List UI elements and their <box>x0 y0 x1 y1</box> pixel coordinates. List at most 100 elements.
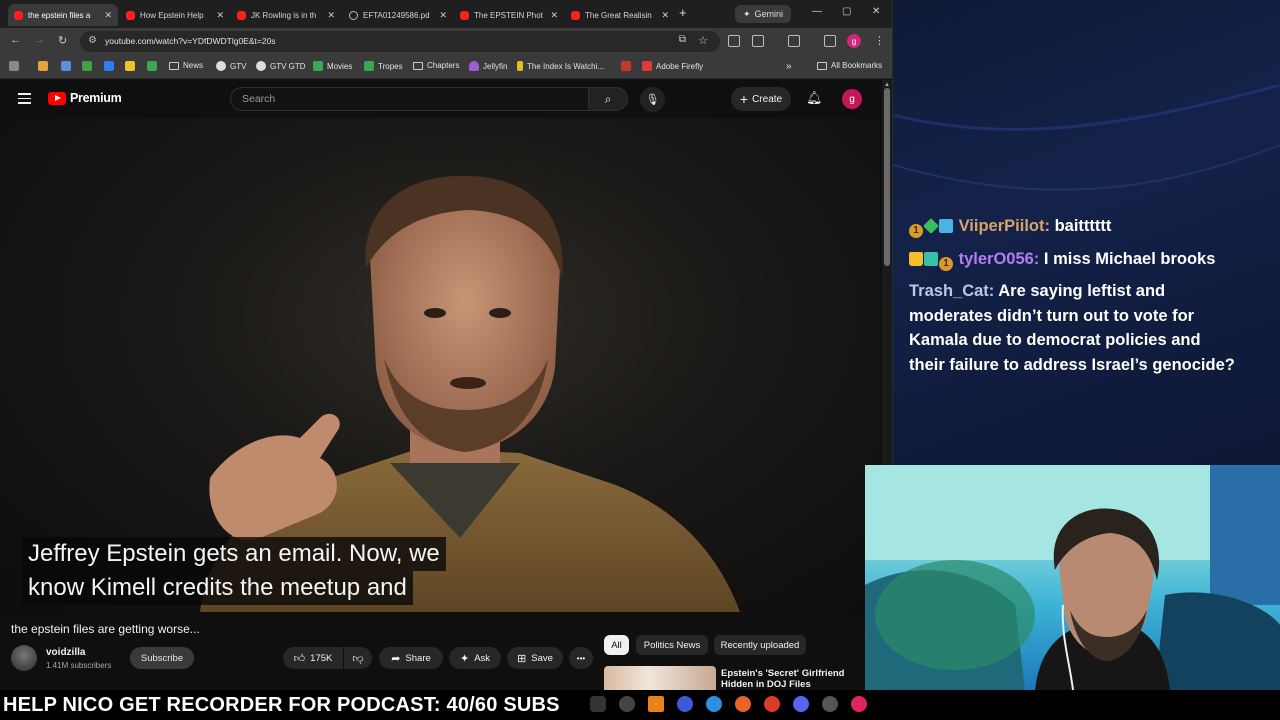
search-button[interactable]: ⌕ <box>588 87 628 111</box>
bookmark-tropes[interactable]: Tropes <box>364 61 403 71</box>
bookmark-icon[interactable] <box>104 61 114 71</box>
youtube-logo[interactable]: Premium <box>48 91 122 105</box>
dislike-button[interactable]: 👎︎ <box>344 647 372 669</box>
url-text[interactable]: youtube.com/watch?v=YDfDWDTlg0E&t=20s <box>105 36 276 46</box>
thumbs-down-icon: 👎︎ <box>352 652 364 665</box>
like-button[interactable]: 👍︎ 175K <box>283 647 343 669</box>
gemini-button[interactable]: ✦ Gemini <box>735 5 792 23</box>
tab-0[interactable]: the epstein files a ✕ <box>8 4 118 26</box>
voice-search-button[interactable]: 🎙︎ <box>640 87 665 112</box>
tab-5[interactable]: The Great Realisin ✕ <box>565 4 675 26</box>
bookmark-index[interactable]: The Index Is Watchi... <box>517 61 604 71</box>
bookmark-chapters[interactable]: Chapters <box>413 61 459 70</box>
notifications-bell-icon[interactable]: 🔔︎ <box>806 90 823 106</box>
video-player[interactable]: Jeffrey Epstein gets an email. Now, we k… <box>0 118 880 612</box>
install-icon[interactable]: ⧉ <box>679 34 686 45</box>
jellyfin-icon <box>469 61 479 71</box>
chrome-icon[interactable] <box>764 696 780 712</box>
stream-ticker: HELP NICO GET RECORDER FOR PODCAST: 40/6… <box>0 690 1280 720</box>
bookmark-jellyfin[interactable]: Jellyfin <box>469 61 507 71</box>
edge-icon[interactable] <box>706 696 722 712</box>
tab-4[interactable]: The EPSTEIN Phot ✕ <box>454 4 564 26</box>
close-icon[interactable]: ✕ <box>216 10 224 21</box>
back-icon[interactable]: ← <box>10 34 21 46</box>
bookmark-gtv-gtd[interactable]: GTV GTD <box>256 61 306 71</box>
extension-icon[interactable] <box>728 35 740 47</box>
folder-icon <box>817 61 827 70</box>
obs-icon[interactable] <box>822 696 838 712</box>
caption-line-1: Jeffrey Epstein gets an email. Now, we <box>22 537 446 571</box>
ticker-text: HELP NICO GET RECORDER FOR PODCAST: 40/6… <box>3 694 560 716</box>
close-icon[interactable]: ✕ <box>439 10 447 21</box>
tab-title: the epstein files a <box>28 10 91 20</box>
reload-icon[interactable]: ↻ <box>58 34 67 47</box>
close-icon[interactable]: ✕ <box>550 10 558 21</box>
bookmark-movies[interactable]: Movies <box>313 61 352 71</box>
channel-avatar[interactable] <box>11 645 37 671</box>
all-bookmarks[interactable]: All Bookmarks <box>817 61 882 70</box>
chip-all[interactable]: All <box>604 635 629 655</box>
bookmark-adobe-firefly[interactable]: Adobe Firefly <box>642 61 703 71</box>
bookmark-icon[interactable] <box>621 61 631 71</box>
recommended-title[interactable]: Epstein's 'Secret' Girlfriend Hidden in … <box>721 668 861 690</box>
forward-icon[interactable]: → <box>34 34 45 46</box>
puzzle-icon[interactable] <box>752 35 764 47</box>
new-tab-button[interactable]: + <box>679 5 687 20</box>
save-button[interactable]: ⊞ Save <box>507 647 563 669</box>
bookmark-icon[interactable] <box>82 61 92 71</box>
address-bar-row: ← → ↻ ⚙ youtube.com/watch?v=YDfDWDTlg0E&… <box>0 28 892 55</box>
omnibox[interactable]: ⚙ youtube.com/watch?v=YDfDWDTlg0E&t=20s … <box>80 31 720 52</box>
chat-username: tylerO056: <box>958 249 1040 268</box>
more-actions-button[interactable]: ••• <box>569 647 593 669</box>
minimize-icon[interactable]: — <box>812 6 822 17</box>
firefox-icon[interactable] <box>735 696 751 712</box>
site-info-icon[interactable]: ⚙ <box>88 35 97 46</box>
maximize-icon[interactable]: ▢ <box>842 6 851 17</box>
discord-icon[interactable] <box>793 696 809 712</box>
sidepanel-icon[interactable] <box>788 35 800 47</box>
chip-politics-news[interactable]: Politics News <box>636 635 708 655</box>
subscribe-button[interactable]: Subscribe <box>130 647 194 669</box>
account-avatar[interactable]: g <box>842 89 862 109</box>
search-input[interactable]: Search <box>230 87 588 111</box>
bookmark-icon[interactable] <box>147 61 157 71</box>
profile-avatar[interactable]: g <box>847 34 861 48</box>
sheet-icon <box>364 61 374 71</box>
tray-icon[interactable] <box>590 696 606 712</box>
close-icon[interactable]: ✕ <box>104 10 112 21</box>
tab-1[interactable]: How Epstein Help ✕ <box>120 4 230 26</box>
recommended-thumbnail[interactable] <box>604 666 716 690</box>
like-count: 175K <box>310 652 333 664</box>
channel-name[interactable]: voidzilla <box>46 647 85 658</box>
bookmark-gtv[interactable]: GTV <box>216 61 246 71</box>
hamburger-menu-icon[interactable] <box>18 93 31 107</box>
more-bookmarks-icon[interactable]: » <box>786 61 792 72</box>
bookmark-icon[interactable] <box>125 61 135 71</box>
apps-icon[interactable] <box>9 61 19 71</box>
share-button[interactable]: ➦ Share <box>379 647 443 669</box>
window-close-icon[interactable]: ✕ <box>872 6 880 17</box>
tray-icon[interactable] <box>677 696 693 712</box>
vlc-icon[interactable] <box>648 696 664 712</box>
tab-2[interactable]: JK Rowling is in th ✕ <box>231 4 341 26</box>
bookmark-icon[interactable] <box>61 61 71 71</box>
folder-icon <box>169 61 179 70</box>
chip-recently-uploaded[interactable]: Recently uploaded <box>714 635 806 655</box>
youtube-icon <box>460 10 469 20</box>
tray-icon[interactable] <box>851 696 867 712</box>
bookmark-icon[interactable] <box>38 61 48 71</box>
tab-3[interactable]: EFTA01249586.pd ✕ <box>343 4 453 26</box>
ask-button[interactable]: ✦ Ask <box>449 647 501 669</box>
gemini-label: Gemini <box>754 9 784 19</box>
tray-icon[interactable] <box>619 696 635 712</box>
star-icon[interactable]: ☆ <box>698 34 708 47</box>
chat-message: 1 ViiperPiilot: baitttttt <box>909 214 1239 239</box>
create-button[interactable]: + Create <box>731 87 791 111</box>
scrollbar-thumb[interactable] <box>884 88 890 266</box>
media-icon[interactable] <box>824 35 836 47</box>
close-icon[interactable]: ✕ <box>661 10 669 21</box>
menu-dots-icon[interactable]: ⋮ <box>874 34 885 47</box>
browser-window: the epstein files a ✕ How Epstein Help ✕… <box>0 0 893 690</box>
close-icon[interactable]: ✕ <box>327 10 335 21</box>
bookmark-news[interactable]: News <box>169 61 203 70</box>
